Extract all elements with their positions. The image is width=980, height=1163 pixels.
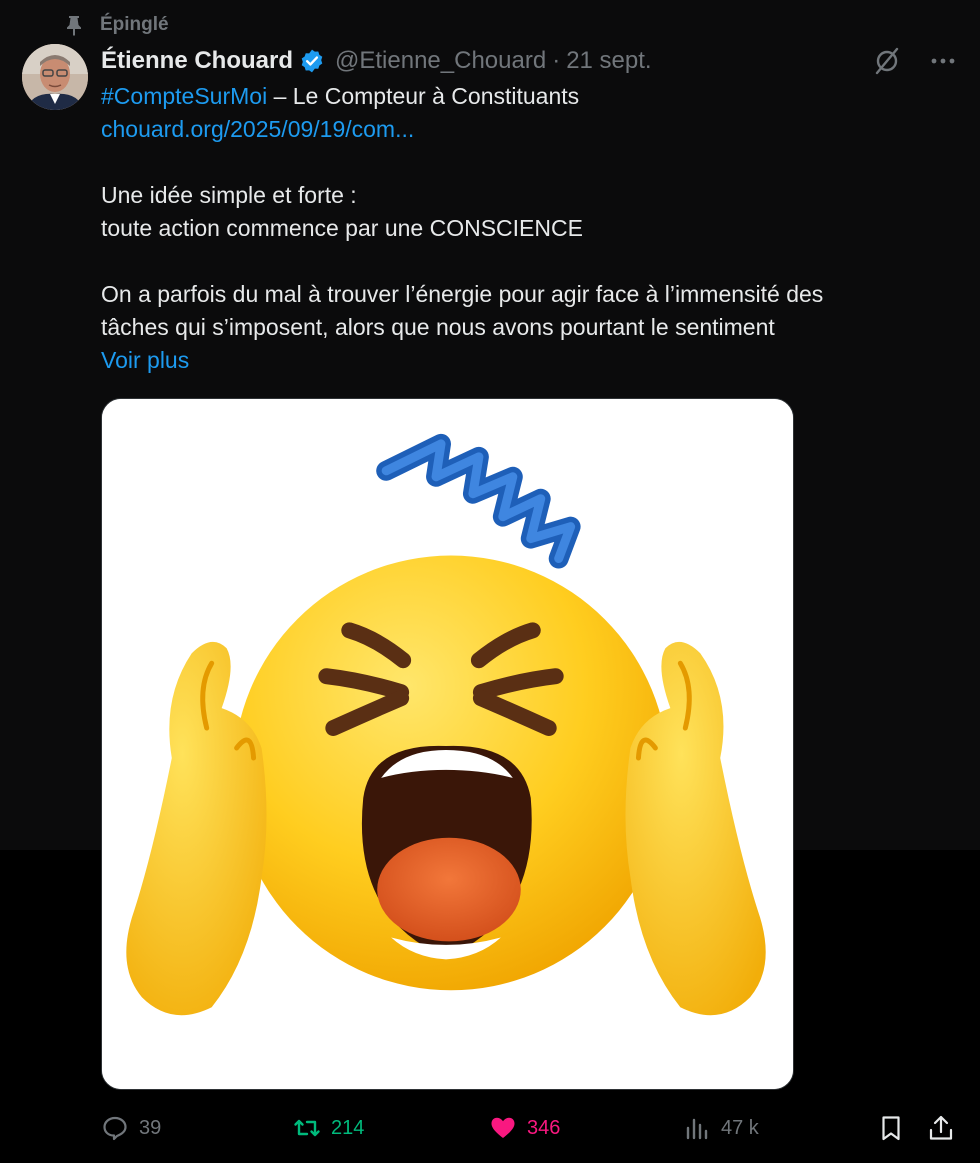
grok-icon[interactable] [872,46,902,76]
views-icon [686,1118,708,1140]
retweet-icon [294,1119,320,1137]
pinned-label: Épinglé [100,14,169,35]
post-line-2: toute action commence par une CONSCIENCE [101,215,583,241]
action-bar: 39 214 346 47 k [101,1110,961,1146]
reply-icon [103,1116,127,1141]
bookmark-button[interactable] [877,1110,905,1146]
pinned-indicator: Épinglé [62,12,169,38]
hashtag-link[interactable]: #CompteSurMoi [101,83,267,109]
screaming-emoji-illustration [102,399,793,1089]
views-count: 47 k [721,1116,759,1139]
like-button[interactable]: 346 [489,1110,560,1146]
views-button[interactable]: 47 k [683,1110,759,1146]
pin-icon [62,13,86,37]
top-actions [872,46,958,76]
post-title-line: #CompteSurMoi – Le Compteur à Constituan… [101,80,931,113]
post-title-rest: – Le Compteur à Constituants [267,83,580,109]
more-icon[interactable] [928,46,958,76]
like-count: 346 [527,1116,561,1139]
see-more-link[interactable]: Voir plus [101,344,931,377]
repost-button[interactable]: 214 [293,1110,364,1146]
external-link[interactable]: chouard.org/2025/09/19/com... [101,113,931,146]
heart-icon [491,1117,515,1138]
verified-badge-icon[interactable] [299,48,325,74]
post-line-3: On a parfois du mal à trouver l’énergie … [101,281,824,307]
author-handle[interactable]: @Etienne_Chouard [335,47,546,75]
reply-button[interactable]: 39 [101,1110,161,1146]
tweet-header: Étienne Chouard @Etienne_Chouard · 21 se… [101,44,652,78]
share-button[interactable] [927,1110,955,1146]
author-name[interactable]: Étienne Chouard [101,47,293,75]
post-line-4: tâches qui s’imposent, alors que nous av… [101,314,775,340]
avatar[interactable] [22,44,88,110]
post-date[interactable]: 21 sept. [566,47,651,75]
bookmark-icon [882,1116,900,1141]
separator-dot: · [552,47,561,74]
repost-count: 214 [331,1116,365,1139]
post-image[interactable] [101,398,794,1090]
post-text: #CompteSurMoi – Le Compteur à Constituan… [101,80,931,377]
post-line-1: Une idée simple et forte : [101,182,357,208]
share-icon [929,1115,953,1140]
reply-count: 39 [139,1116,162,1139]
